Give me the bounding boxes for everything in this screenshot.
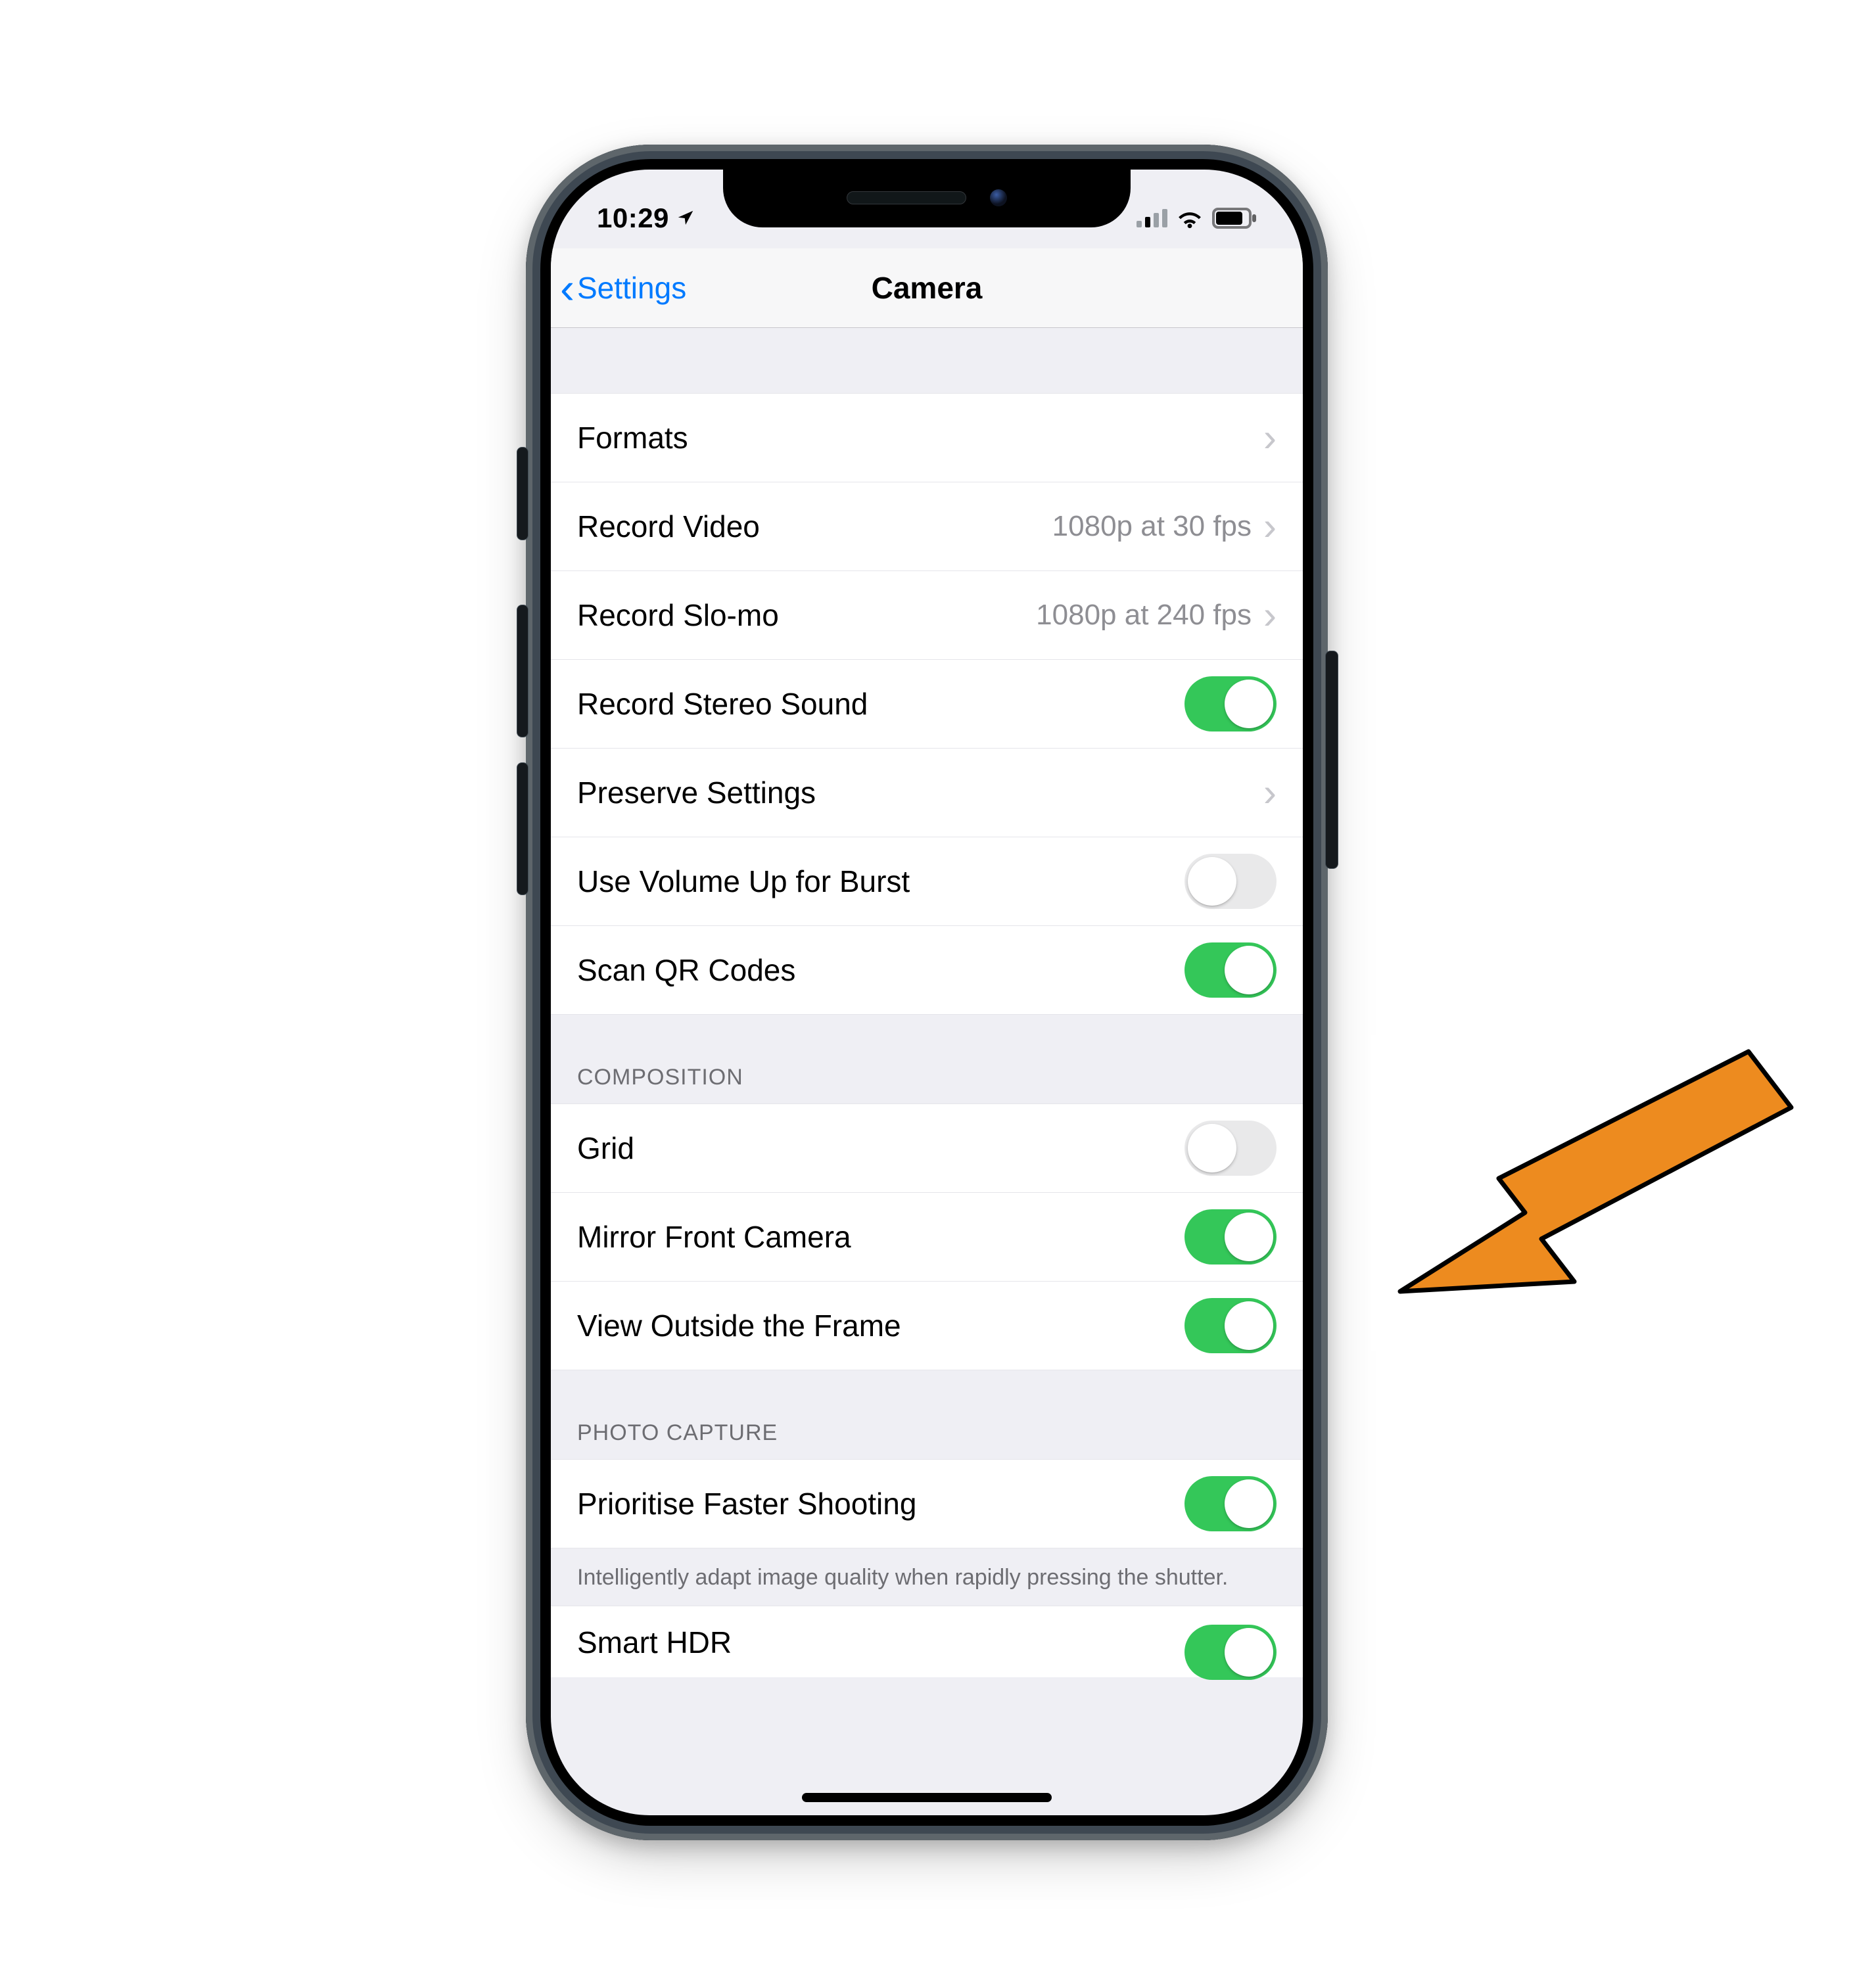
row-detail: 1080p at 240 fps	[1036, 599, 1252, 632]
row-view-outside[interactable]: View Outside the Frame	[551, 1281, 1303, 1370]
row-label: Grid	[577, 1130, 1184, 1166]
battery-icon	[1212, 208, 1257, 229]
row-detail: 1080p at 30 fps	[1052, 510, 1252, 543]
toggle-record-stereo[interactable]	[1184, 676, 1277, 731]
section-header-composition: COMPOSITION	[551, 1015, 1303, 1103]
row-label: Scan QR Codes	[577, 952, 1184, 988]
row-formats[interactable]: Formats ›	[551, 393, 1303, 482]
page-title: Camera	[872, 270, 983, 306]
row-prioritise-faster[interactable]: Prioritise Faster Shooting	[551, 1459, 1303, 1548]
cellular-signal-icon	[1137, 209, 1167, 227]
speaker-grille	[847, 191, 966, 204]
row-scan-qr[interactable]: Scan QR Codes	[551, 925, 1303, 1015]
row-smart-hdr[interactable]: Smart HDR	[551, 1606, 1303, 1677]
row-label: View Outside the Frame	[577, 1308, 1184, 1343]
toggle-view-outside[interactable]	[1184, 1298, 1277, 1353]
toggle-smart-hdr[interactable]	[1184, 1625, 1277, 1680]
toggle-scan-qr[interactable]	[1184, 942, 1277, 998]
row-label: Use Volume Up for Burst	[577, 864, 1184, 899]
toggle-volume-burst[interactable]	[1184, 854, 1277, 909]
prioritise-footer: Intelligently adapt image quality when r…	[551, 1548, 1303, 1606]
chevron-right-icon: ›	[1263, 595, 1277, 635]
chevron-right-icon: ›	[1263, 507, 1277, 546]
row-label: Mirror Front Camera	[577, 1219, 1184, 1255]
row-preserve-settings[interactable]: Preserve Settings ›	[551, 748, 1303, 837]
settings-list[interactable]: Formats › Record Video 1080p at 30 fps ›…	[551, 327, 1303, 1796]
row-label: Record Video	[577, 509, 1052, 544]
toggle-prioritise-faster[interactable]	[1184, 1476, 1277, 1531]
notch	[723, 170, 1131, 227]
wifi-icon	[1175, 208, 1204, 229]
side-button	[1325, 651, 1338, 869]
navigation-bar: ‹ Settings Camera	[551, 248, 1303, 328]
location-icon	[676, 208, 695, 228]
callout-arrow	[1371, 1035, 1804, 1351]
chevron-right-icon: ›	[1263, 773, 1277, 812]
row-label: Formats	[577, 420, 1263, 455]
chevron-right-icon: ›	[1263, 418, 1277, 457]
chevron-left-icon: ‹	[560, 266, 575, 310]
volume-down-button	[517, 762, 528, 895]
row-volume-burst[interactable]: Use Volume Up for Burst	[551, 837, 1303, 925]
row-mirror-front[interactable]: Mirror Front Camera	[551, 1192, 1303, 1281]
section-header-photo-capture: PHOTO CAPTURE	[551, 1370, 1303, 1459]
row-label: Prioritise Faster Shooting	[577, 1486, 1184, 1521]
row-label: Record Slo-mo	[577, 597, 1036, 633]
volume-up-button	[517, 605, 528, 737]
screen: 10:29	[551, 170, 1303, 1815]
row-record-video[interactable]: Record Video 1080p at 30 fps ›	[551, 482, 1303, 570]
back-button[interactable]: ‹ Settings	[560, 248, 686, 327]
phone-frame: 10:29	[526, 145, 1328, 1840]
row-label: Preserve Settings	[577, 775, 1263, 810]
back-label: Settings	[577, 270, 686, 306]
row-label: Record Stereo Sound	[577, 686, 1184, 722]
row-record-slomo[interactable]: Record Slo-mo 1080p at 240 fps ›	[551, 570, 1303, 659]
status-time: 10:29	[597, 202, 669, 234]
row-record-stereo[interactable]: Record Stereo Sound	[551, 659, 1303, 748]
row-label: Smart HDR	[577, 1625, 1184, 1660]
toggle-grid[interactable]	[1184, 1121, 1277, 1176]
front-camera	[990, 189, 1007, 206]
home-indicator[interactable]	[802, 1793, 1052, 1802]
toggle-mirror-front[interactable]	[1184, 1209, 1277, 1265]
ringer-switch	[517, 447, 528, 540]
row-grid[interactable]: Grid	[551, 1103, 1303, 1192]
